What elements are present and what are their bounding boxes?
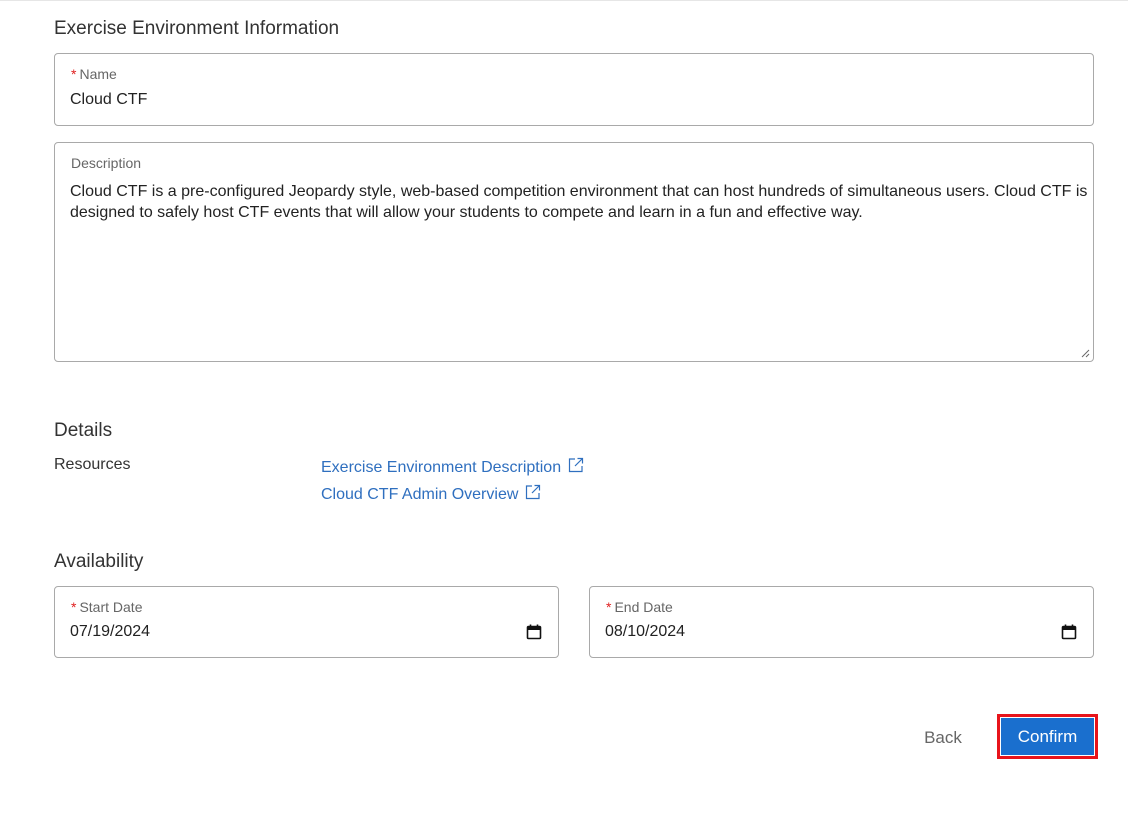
resize-handle-icon[interactable] [1081,349,1090,358]
end-date-value[interactable]: 08/10/2024 [605,623,685,641]
resources-label: Resources [54,456,131,473]
calendar-icon[interactable] [526,624,542,640]
name-field[interactable]: * Name Cloud CTF [54,53,1094,126]
required-mark: * [606,599,612,615]
section-title-environment: Exercise Environment Information [54,18,340,39]
start-date-field[interactable]: * Start Date 07/19/2024 [54,586,559,658]
end-date-label: * End Date [606,599,673,615]
description-field-value[interactable]: Cloud CTF is a pre-configured Jeopardy s… [70,181,1100,223]
required-mark: * [71,599,77,615]
name-field-label: * Name [71,66,117,82]
top-divider [0,0,1128,1]
external-link-icon [568,457,584,473]
link-exercise-environment-description[interactable]: Exercise Environment Description [321,456,585,477]
calendar-icon[interactable] [1061,624,1077,640]
end-date-field[interactable]: * End Date 08/10/2024 [589,586,1094,658]
link-cloud-ctf-admin-overview[interactable]: Cloud CTF Admin Overview [321,483,542,504]
start-date-label: * Start Date [71,599,143,615]
description-field-label: Description [71,155,142,171]
start-date-value[interactable]: 07/19/2024 [70,623,150,641]
description-field[interactable]: Description Cloud CTF is a pre-configure… [54,142,1094,362]
external-link-icon [526,484,541,500]
back-button[interactable]: Back [903,718,983,758]
section-title-availability: Availability [54,551,144,572]
section-title-details: Details [54,420,113,441]
confirm-button[interactable]: Confirm [1001,718,1094,755]
name-field-value[interactable]: Cloud CTF [70,91,147,109]
required-mark: * [71,66,77,82]
